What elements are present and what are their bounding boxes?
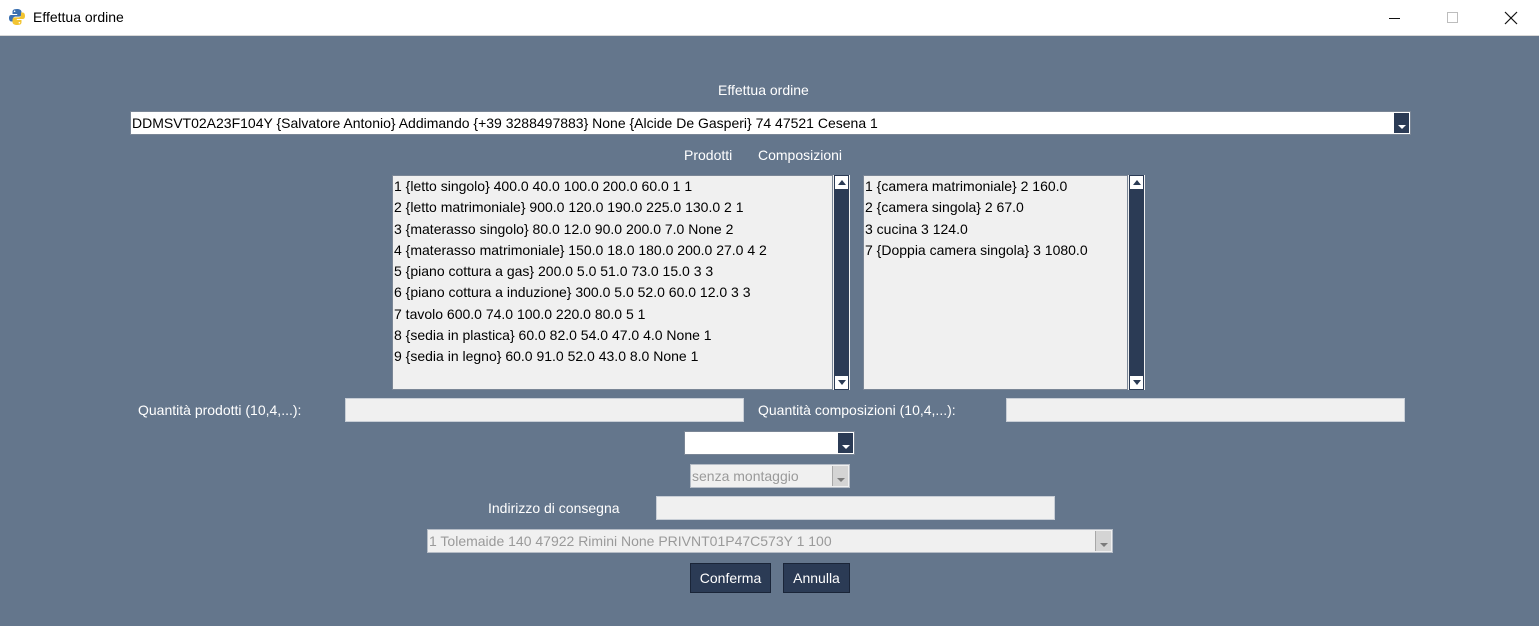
chevron-down-icon: [841, 445, 850, 449]
type-select[interactable]: [684, 431, 855, 455]
client-dropdown-button[interactable]: [1394, 113, 1409, 133]
composizioni-label: Composizioni: [758, 147, 843, 163]
chevron-down-icon: [836, 478, 845, 482]
prodotti-list-item[interactable]: 6 {piano cottura a induzione} 300.0 5.0 …: [393, 282, 832, 303]
chevron-down-icon: [1397, 125, 1406, 129]
quantita-composizioni-label: Quantità composizioni (10,4,...):: [758, 402, 956, 418]
arrow-down-icon: [1132, 380, 1141, 385]
composizioni-list-item[interactable]: 1 {camera matrimoniale} 2 160.0: [864, 176, 1127, 197]
maximize-icon: [1447, 11, 1458, 23]
page-title: Effettua ordine: [718, 82, 809, 98]
scroll-down-button[interactable]: [1129, 375, 1144, 390]
window-title: Effettua ordine: [33, 9, 124, 25]
composizioni-list-item[interactable]: 7 {Doppia camera singola} 3 1080.0: [864, 240, 1127, 261]
prodotti-scrollbar[interactable]: [833, 175, 850, 390]
maximize-button[interactable]: [1424, 0, 1482, 35]
indirizzo-input[interactable]: [656, 496, 1055, 520]
prodotti-list-item[interactable]: 1 {letto singolo} 400.0 40.0 100.0 200.0…: [393, 176, 832, 197]
montaggio-select-value: senza montaggio: [692, 468, 799, 484]
scroll-thumb[interactable]: [834, 190, 849, 375]
scroll-down-button[interactable]: [834, 375, 849, 390]
address-select[interactable]: 1 Tolemaide 140 47922 Rimini None PRIVNT…: [427, 529, 1113, 553]
address-dropdown-button[interactable]: [1095, 531, 1111, 551]
prodotti-list-item[interactable]: 2 {letto matrimoniale} 900.0 120.0 190.0…: [393, 197, 832, 218]
prodotti-list-item[interactable]: 4 {materasso matrimoniale} 150.0 18.0 18…: [393, 240, 832, 261]
scroll-up-button[interactable]: [1129, 175, 1144, 190]
cancel-button[interactable]: Annulla: [783, 563, 850, 593]
close-button[interactable]: [1482, 0, 1539, 35]
indirizzo-label: Indirizzo di consegna: [488, 500, 620, 516]
prodotti-list: 1 {letto singolo} 400.0 40.0 100.0 200.0…: [393, 176, 832, 368]
prodotti-list-item[interactable]: 9 {sedia in legno} 60.0 91.0 52.0 43.0 8…: [393, 346, 832, 367]
address-select-value: 1 Tolemaide 140 47922 Rimini None PRIVNT…: [429, 533, 832, 549]
composizioni-scrollbar[interactable]: [1128, 175, 1145, 390]
type-dropdown-button[interactable]: [838, 433, 853, 453]
minimize-icon: [1389, 17, 1400, 19]
prodotti-list-item[interactable]: 3 {materasso singolo} 80.0 12.0 90.0 200…: [393, 219, 832, 240]
confirm-button[interactable]: Conferma: [690, 563, 771, 593]
chevron-down-icon: [1099, 543, 1108, 547]
prodotti-list-item[interactable]: 8 {sedia in plastica} 60.0 82.0 54.0 47.…: [393, 325, 832, 346]
prodotti-listbox[interactable]: 1 {letto singolo} 400.0 40.0 100.0 200.0…: [392, 175, 833, 390]
scroll-up-button[interactable]: [834, 175, 849, 190]
montaggio-select[interactable]: senza montaggio: [690, 464, 850, 488]
scroll-thumb[interactable]: [1129, 190, 1144, 375]
composizioni-list-item[interactable]: 2 {camera singola} 2 67.0: [864, 197, 1127, 218]
client-select[interactable]: DDMSVT02A23F104Y {Salvatore Antonio} Add…: [130, 111, 1411, 135]
prodotti-list-item[interactable]: 5 {piano cottura a gas} 200.0 5.0 51.0 7…: [393, 261, 832, 282]
window-titlebar: Effettua ordine: [0, 0, 1539, 36]
arrow-up-icon: [1132, 180, 1141, 185]
quantita-composizioni-input[interactable]: [1006, 398, 1405, 422]
composizioni-listbox[interactable]: 1 {camera matrimoniale} 2 160.0 2 {camera…: [863, 175, 1128, 390]
composizioni-list-item[interactable]: 3 cucina 3 124.0: [864, 219, 1127, 240]
prodotti-label: Prodotti: [684, 147, 733, 163]
python-icon: [8, 8, 26, 26]
montaggio-dropdown-button[interactable]: [832, 466, 848, 486]
composizioni-list: 1 {camera matrimoniale} 2 160.0 2 {camera…: [864, 176, 1127, 261]
quantita-prodotti-input[interactable]: [345, 398, 744, 422]
prodotti-list-item[interactable]: 7 tavolo 600.0 74.0 100.0 220.0 80.0 5 1: [393, 304, 832, 325]
arrow-up-icon: [837, 180, 846, 185]
client-select-value: DDMSVT02A23F104Y {Salvatore Antonio} Add…: [132, 115, 878, 131]
arrow-down-icon: [837, 380, 846, 385]
close-icon: [1504, 11, 1518, 24]
quantita-prodotti-label: Quantità prodotti (10,4,...):: [138, 402, 302, 418]
minimize-button[interactable]: [1366, 0, 1424, 35]
